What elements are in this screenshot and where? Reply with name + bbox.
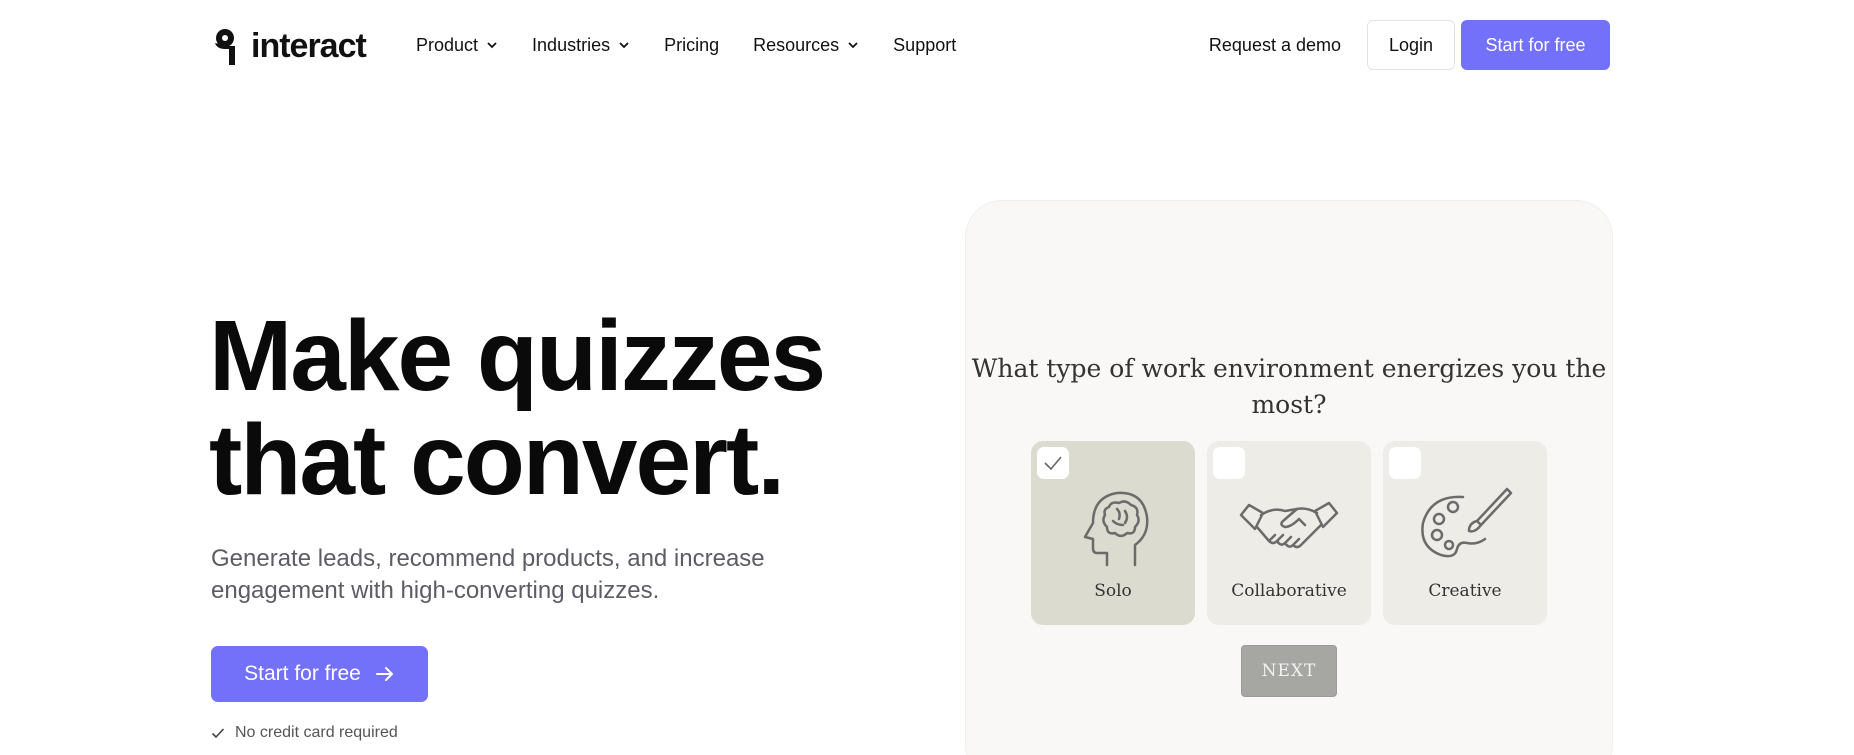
menu-item-label: Product — [416, 34, 479, 55]
start-for-free-nav-button[interactable]: Start for free — [1461, 20, 1610, 70]
menu-item-product[interactable]: Product — [416, 32, 498, 58]
menu-item-industries[interactable]: Industries — [532, 32, 630, 58]
hero-cta-label: Start for free — [244, 662, 361, 685]
chevron-down-icon — [619, 42, 629, 49]
quiz-question: What type of work environment energizes … — [971, 354, 1607, 419]
hero-title: Make quizzes that convert. — [209, 304, 826, 512]
quiz-next-button[interactable]: NEXT — [1241, 645, 1337, 697]
arrow-right-icon — [375, 667, 393, 681]
start-for-free-hero-button[interactable]: Start for free — [211, 646, 428, 702]
menu-item-label: Pricing — [664, 34, 720, 55]
quiz-options: Solo Collaborative Creative — [1031, 441, 1547, 625]
option-label: Creative — [1428, 581, 1502, 601]
brand-name: interact — [251, 27, 367, 65]
top-navigation: interact Product Industries Pricing Reso… — [0, 0, 1854, 90]
checkmark-icon — [1044, 456, 1062, 471]
quiz-option-collaborative[interactable]: Collaborative — [1207, 441, 1371, 625]
checkmark-icon — [211, 728, 225, 739]
handshake-icon — [1239, 501, 1339, 549]
interact-logo-icon — [215, 29, 235, 65]
hero-title-line-1: Make quizzes — [209, 300, 826, 412]
login-button[interactable]: Login — [1367, 20, 1455, 70]
nav-actions: Request a demo Login Start for free — [1209, 20, 1610, 70]
hero-subtitle: Generate leads, recommend products, and … — [211, 545, 765, 604]
hero-title-line-2: that convert. — [209, 404, 785, 516]
request-demo-link[interactable]: Request a demo — [1209, 35, 1341, 56]
menu-item-resources[interactable]: Resources — [753, 32, 859, 58]
quiz-option-creative[interactable]: Creative — [1383, 441, 1547, 625]
menu-item-label: Industries — [532, 34, 611, 55]
main-menu: Product Industries Pricing Resources Sup… — [416, 32, 990, 58]
option-label: Collaborative — [1231, 581, 1347, 601]
option-label: Solo — [1094, 581, 1132, 601]
menu-item-support[interactable]: Support — [893, 32, 956, 58]
chevron-down-icon — [487, 42, 497, 49]
chevron-down-icon — [848, 42, 858, 49]
no-credit-card-note: No credit card required — [211, 724, 398, 742]
no-credit-card-text: No credit card required — [235, 724, 398, 741]
head-brain-icon — [1083, 491, 1149, 567]
paint-palette-icon — [1421, 487, 1513, 558]
quiz-preview-card: What type of work environment energizes … — [966, 201, 1612, 755]
quiz-option-solo[interactable]: Solo — [1031, 441, 1195, 625]
menu-item-pricing[interactable]: Pricing — [664, 32, 719, 58]
brand-logo[interactable]: interact — [211, 26, 367, 66]
menu-item-label: Support — [893, 34, 957, 55]
menu-item-label: Resources — [753, 34, 840, 55]
